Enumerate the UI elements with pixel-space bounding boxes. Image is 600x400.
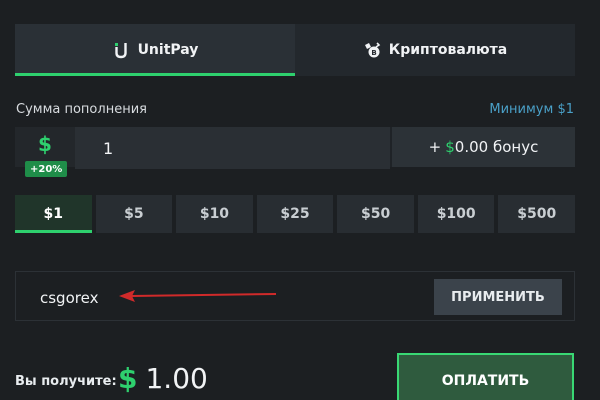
dollar-icon: $ <box>38 132 52 156</box>
amount-presets: $1 $5 $10 $25 $50 $100 $500 <box>15 195 576 233</box>
preset-1[interactable]: $1 <box>15 195 92 233</box>
pay-button[interactable]: ОПЛАТИТЬ <box>397 353 574 400</box>
arrow-icon <box>119 290 276 302</box>
apply-promo-button[interactable]: ПРИМЕНИТЬ <box>434 279 562 315</box>
bonus-display: + $0.00 бонус <box>390 127 575 167</box>
receive-value: 1.00 <box>145 362 208 395</box>
unitpay-icon <box>112 41 130 59</box>
amount-row: $ +20% + $0.00 бонус <box>15 127 575 177</box>
amount-input[interactable] <box>75 127 390 169</box>
tab-crypto[interactable]: B Криптовалюта <box>295 24 575 76</box>
currency-box: $ +20% <box>15 127 75 177</box>
amount-label: Сумма пополнения <box>16 102 147 117</box>
receive-label: Вы получите: <box>15 374 117 389</box>
bonus-badge: +20% <box>25 161 68 177</box>
payment-panel: UnitPay B Криптовалюта Сумма пополнения … <box>0 0 600 400</box>
tab-unitpay-label: UnitPay <box>137 42 199 58</box>
bonus-currency: $ <box>445 138 455 156</box>
svg-text:B: B <box>371 49 376 57</box>
tab-unitpay[interactable]: UnitPay <box>15 24 295 76</box>
receive-amount: $ 1.00 <box>118 362 208 395</box>
bonus-value: 0.00 бонус <box>454 138 539 156</box>
preset-50[interactable]: $50 <box>337 195 414 233</box>
payment-method-tabs: UnitPay B Криптовалюта <box>15 24 575 76</box>
preset-10[interactable]: $10 <box>176 195 253 233</box>
receive-currency: $ <box>118 362 138 395</box>
minimum-amount-label: Минимум $1 <box>489 102 574 117</box>
tab-crypto-label: Криптовалюта <box>388 42 508 58</box>
preset-5[interactable]: $5 <box>95 195 173 233</box>
crypto-icon: B <box>363 41 381 59</box>
preset-25[interactable]: $25 <box>256 195 334 233</box>
preset-100[interactable]: $100 <box>417 195 495 233</box>
preset-500[interactable]: $500 <box>498 195 576 233</box>
bonus-prefix: + <box>428 138 442 156</box>
promo-code-box: ПРИМЕНИТЬ <box>15 271 575 321</box>
